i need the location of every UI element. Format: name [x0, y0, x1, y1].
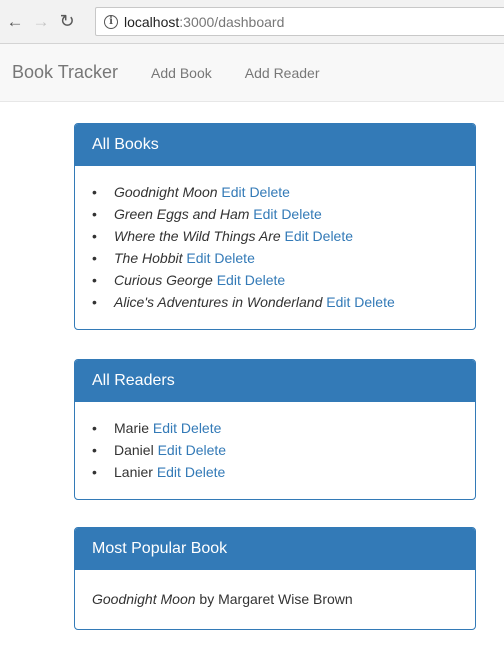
- book-title: Where the Wild Things Are: [114, 228, 281, 244]
- delete-link[interactable]: Delete: [313, 228, 353, 244]
- all-books-panel: All Books Goodnight Moon Edit Delete Gre…: [74, 123, 476, 330]
- most-popular-panel: Most Popular Book Goodnight Moon by Marg…: [74, 527, 476, 630]
- popular-book-title: Goodnight Moon: [92, 591, 196, 607]
- nav-add-reader[interactable]: Add Reader: [245, 65, 320, 81]
- book-title: Curious George: [114, 272, 213, 288]
- list-item: Where the Wild Things Are Edit Delete: [92, 225, 458, 247]
- reader-name: Lanier: [114, 464, 153, 480]
- edit-link[interactable]: Edit: [157, 464, 181, 480]
- book-title: Green Eggs and Ham: [114, 206, 250, 222]
- list-item: Daniel Edit Delete: [92, 439, 458, 461]
- panel-heading: All Readers: [75, 360, 475, 402]
- delete-link[interactable]: Delete: [354, 294, 394, 310]
- browser-toolbar: ← → ↻ i localhost:3000/dashboard: [0, 0, 504, 44]
- forward-arrow-icon[interactable]: →: [30, 11, 52, 33]
- reader-name: Daniel: [114, 442, 154, 458]
- reload-icon[interactable]: ↻: [56, 11, 78, 33]
- panel-heading: All Books: [75, 124, 475, 166]
- popular-book-author: by Margaret Wise Brown: [199, 591, 353, 607]
- delete-link[interactable]: Delete: [185, 464, 225, 480]
- url-path: :3000/dashboard: [179, 13, 285, 30]
- book-title: Alice's Adventures in Wonderland: [114, 294, 323, 310]
- edit-link[interactable]: Edit: [253, 206, 277, 222]
- address-bar[interactable]: i localhost:3000/dashboard: [95, 7, 504, 36]
- delete-link[interactable]: Delete: [281, 206, 321, 222]
- list-item: Lanier Edit Delete: [92, 461, 458, 483]
- brand-link[interactable]: Book Tracker: [12, 62, 118, 83]
- edit-link[interactable]: Edit: [217, 272, 241, 288]
- list-item: Goodnight Moon Edit Delete: [92, 181, 458, 203]
- edit-link[interactable]: Edit: [186, 250, 210, 266]
- delete-link[interactable]: Delete: [186, 442, 226, 458]
- list-item: Green Eggs and Ham Edit Delete: [92, 203, 458, 225]
- panel-body: Goodnight Moon by Margaret Wise Brown: [75, 570, 475, 629]
- delete-link[interactable]: Delete: [249, 184, 289, 200]
- panel-body: Goodnight Moon Edit Delete Green Eggs an…: [75, 166, 475, 329]
- panel-heading: Most Popular Book: [75, 528, 475, 570]
- edit-link[interactable]: Edit: [285, 228, 309, 244]
- nav-add-book[interactable]: Add Book: [151, 65, 212, 81]
- book-title: The Hobbit: [114, 250, 183, 266]
- app-navbar: Book Tracker Add Book Add Reader: [0, 44, 504, 102]
- reader-name: Marie: [114, 420, 150, 436]
- edit-link[interactable]: Edit: [158, 442, 182, 458]
- book-title: Goodnight Moon: [114, 184, 218, 200]
- list-item: Marie Edit Delete: [92, 417, 458, 439]
- book-list: Goodnight Moon Edit Delete Green Eggs an…: [92, 181, 458, 313]
- edit-link[interactable]: Edit: [326, 294, 350, 310]
- url-host: localhost: [124, 13, 180, 30]
- list-item: Curious George Edit Delete: [92, 269, 458, 291]
- edit-link[interactable]: Edit: [221, 184, 245, 200]
- list-item: Alice's Adventures in Wonderland Edit De…: [92, 291, 458, 313]
- delete-link[interactable]: Delete: [214, 250, 254, 266]
- popular-book-text: Goodnight Moon by Margaret Wise Brown: [92, 585, 458, 613]
- delete-link[interactable]: Delete: [181, 420, 221, 436]
- list-item: The Hobbit Edit Delete: [92, 247, 458, 269]
- delete-link[interactable]: Delete: [245, 272, 285, 288]
- info-icon[interactable]: i: [104, 14, 118, 29]
- edit-link[interactable]: Edit: [153, 420, 177, 436]
- all-readers-panel: All Readers Marie Edit Delete Daniel Edi…: [74, 359, 476, 500]
- reader-list: Marie Edit Delete Daniel Edit Delete Lan…: [92, 417, 458, 483]
- back-arrow-icon[interactable]: ←: [4, 11, 26, 33]
- panel-body: Marie Edit Delete Daniel Edit Delete Lan…: [75, 402, 475, 499]
